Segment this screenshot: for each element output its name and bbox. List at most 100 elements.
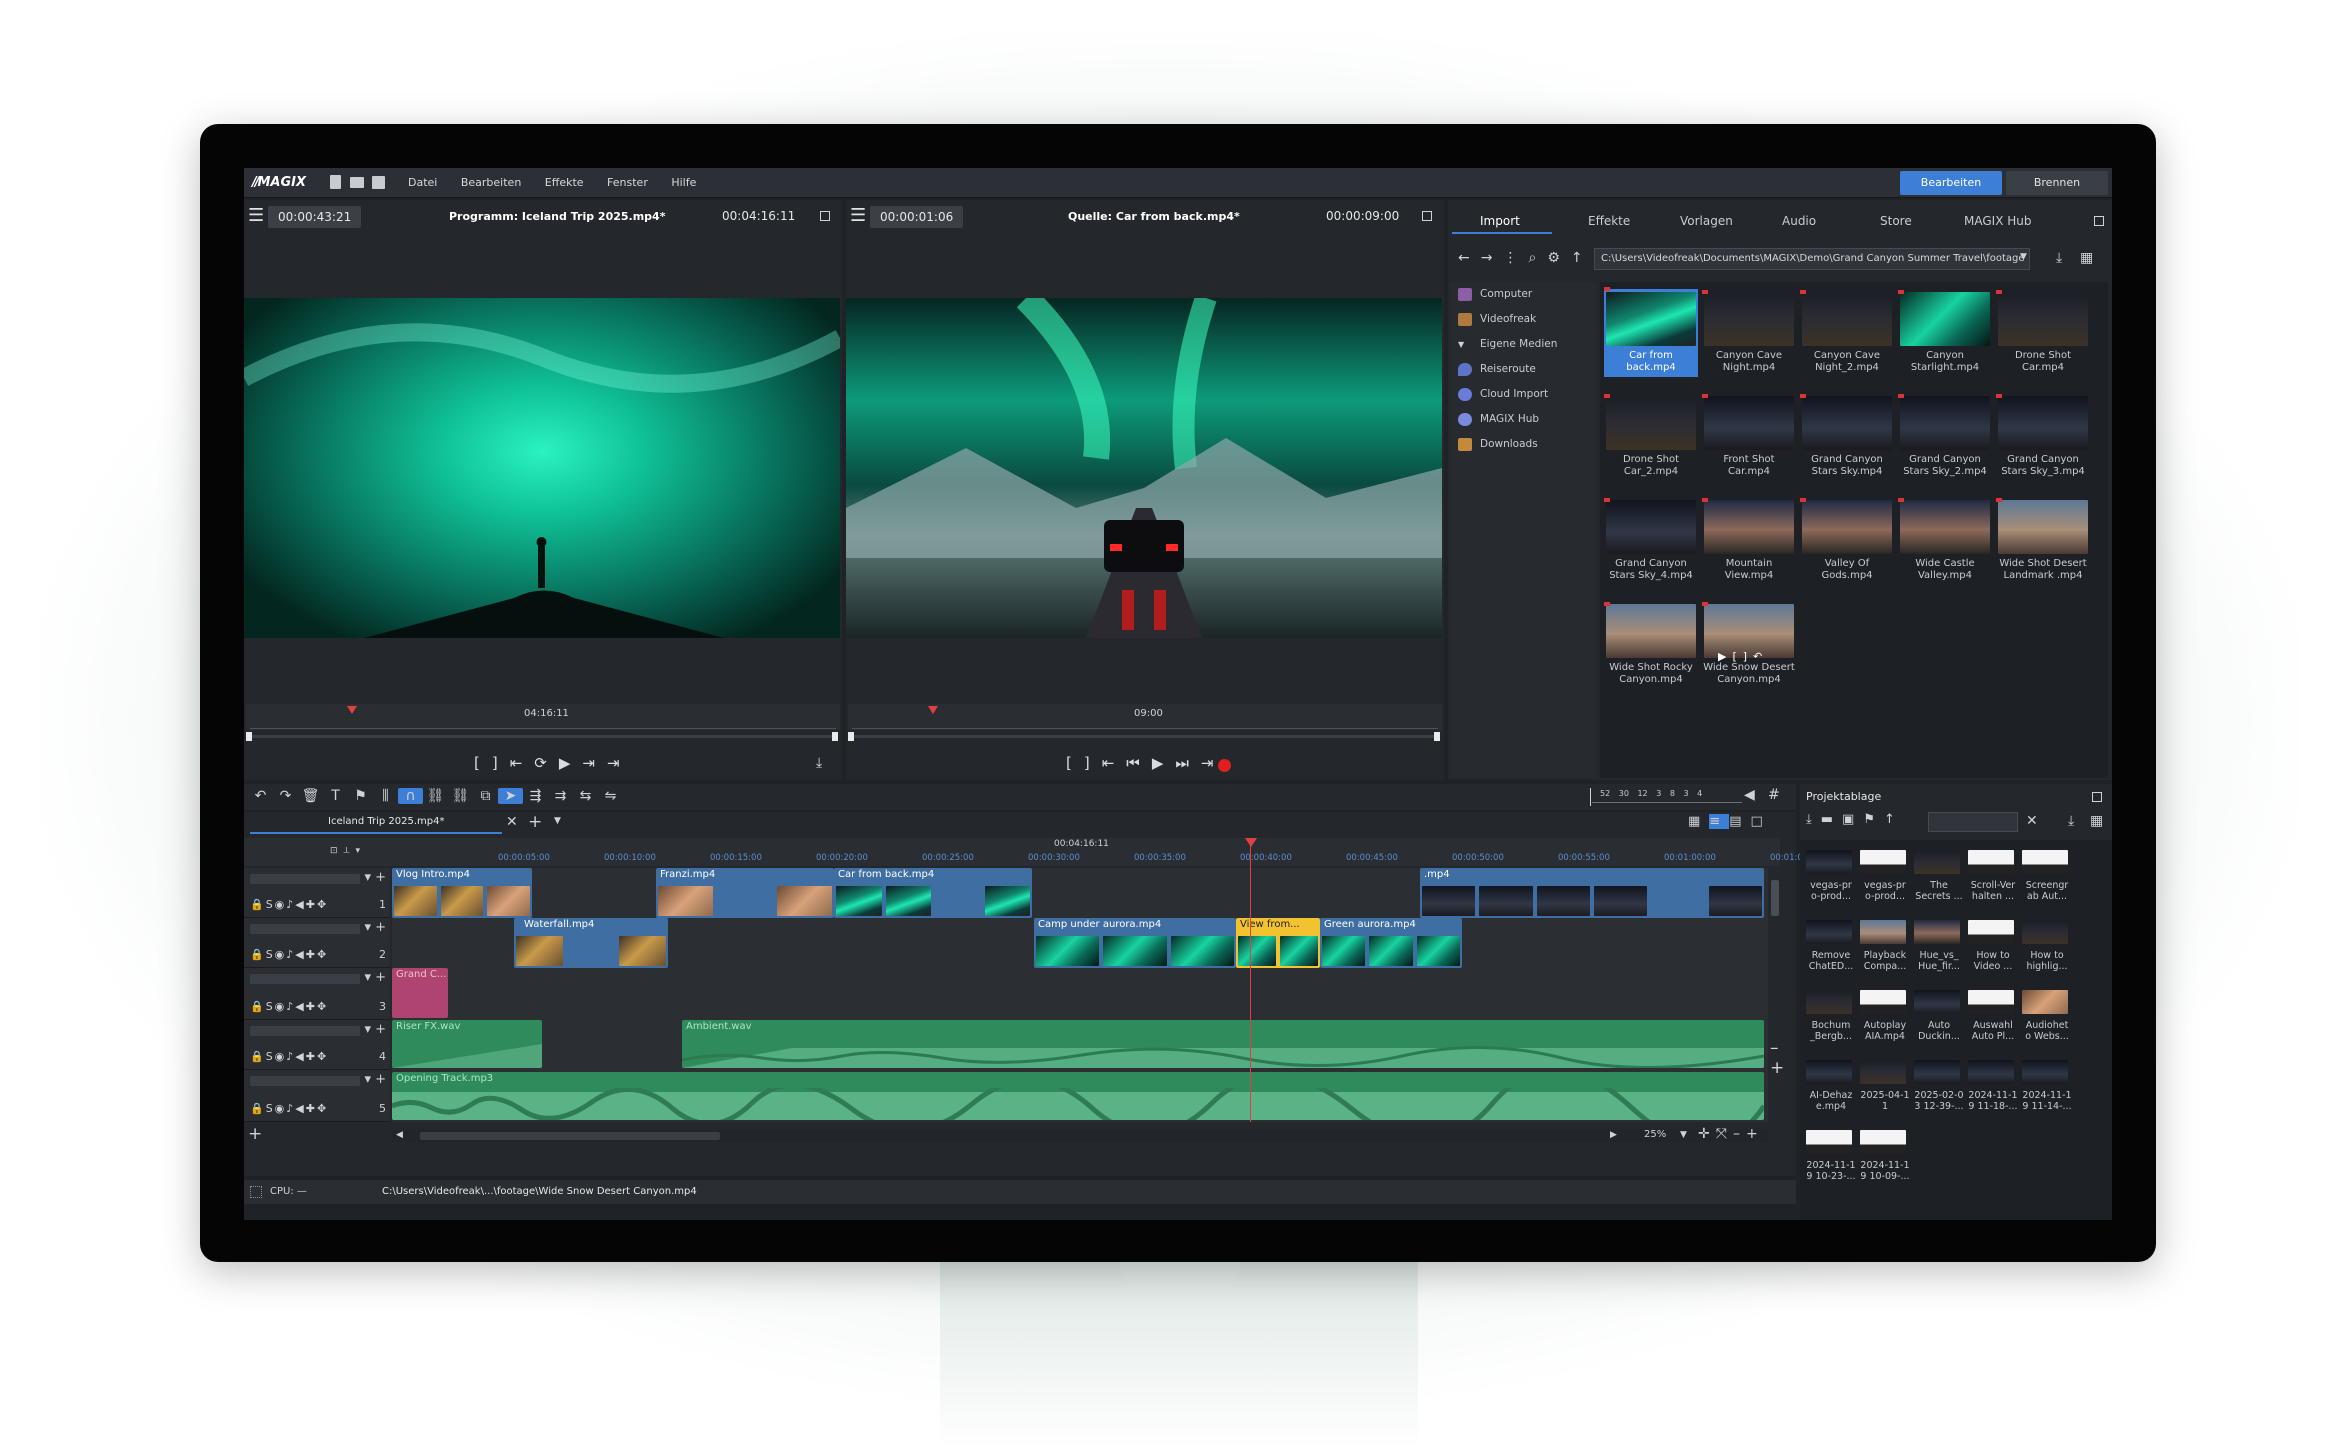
- timeline-playhead[interactable]: [1250, 842, 1251, 1122]
- grid-icon[interactable]: #: [1768, 787, 1780, 803]
- media-thumb[interactable]: Car from back.mp4: [1604, 287, 1698, 377]
- mode-2-icon[interactable]: ⇉: [548, 788, 573, 804]
- bin-item[interactable]: How to Video ...: [1968, 920, 2018, 972]
- tree-item-reiseroute[interactable]: Reiseroute: [1450, 357, 1596, 382]
- media-thumb[interactable]: Canyon Starlight.mp4: [1898, 290, 1992, 374]
- track-shrink-icon[interactable]: –: [1770, 1038, 1784, 1058]
- program-timecode[interactable]: 00:00:43:21: [268, 206, 362, 228]
- media-thumb[interactable]: Front Shot Car.mp4: [1702, 394, 1796, 478]
- horizontal-scrollbar[interactable]: ◀ ▶ 25% ▼ ✛⤧–+: [392, 1126, 1768, 1142]
- ripple-icon[interactable]: ⇋: [598, 788, 623, 804]
- media-thumb[interactable]: Grand Canyon Stars Sky_4.mp4: [1604, 498, 1698, 582]
- source-mark-in-icon[interactable]: [: [1066, 754, 1072, 772]
- tab-import[interactable]: Import: [1480, 214, 1520, 228]
- forward-icon[interactable]: →: [1481, 250, 1504, 266]
- tab-magix-hub[interactable]: MAGIX Hub: [1964, 214, 2031, 228]
- bin-item[interactable]: vegas-pr o-prod...: [1806, 850, 1856, 902]
- audio-mixer-icon[interactable]: ⫼: [373, 788, 398, 804]
- timeline-view-icon[interactable]: ≡: [1709, 814, 1730, 829]
- storyboard-view-icon[interactable]: ▦: [1688, 814, 1709, 829]
- track-area[interactable]: Vlog Intro.mp4 Franzi.mp4 Car from back.…: [392, 838, 1768, 1122]
- prev-marker-icon[interactable]: ⇤: [510, 754, 523, 772]
- timeline-ruler[interactable]: 00:04:16:11 00:00:05:00 00:00:10:00 00:00:…: [390, 838, 1822, 866]
- project-bin-maximize-icon[interactable]: [2092, 792, 2102, 802]
- bin-item[interactable]: The Secrets ...: [1914, 850, 1964, 902]
- bin-clear-icon[interactable]: ✕: [2026, 813, 2038, 829]
- source-play-icon[interactable]: ▶: [1152, 754, 1164, 772]
- track-add-icon[interactable]: ▾ +: [364, 1022, 386, 1037]
- bin-item[interactable]: AI-Dehaz e.mp4: [1806, 1060, 1856, 1112]
- undo-icon[interactable]: ↶: [248, 788, 273, 804]
- source-timecode[interactable]: 00:00:01:06: [870, 206, 964, 228]
- bin-save-icon[interactable]: ▣: [1842, 812, 1863, 827]
- track-head[interactable]: 🔒S◉♪◀✚✥ 2 ▾ +: [244, 918, 390, 968]
- vertical-scrollbar[interactable]: [1770, 868, 1780, 1122]
- clip-mp4[interactable]: .mp4: [1420, 868, 1764, 918]
- add-tab-icon[interactable]: +: [528, 812, 542, 832]
- source-maximize-icon[interactable]: [1422, 211, 1432, 221]
- new-file-icon[interactable]: [330, 175, 341, 189]
- bin-item[interactable]: 2024-11-1 9 10-09-...: [1860, 1130, 1910, 1182]
- source-mark-out-icon[interactable]: ]: [1084, 754, 1090, 772]
- media-thumb[interactable]: Wide Castle Valley.mp4: [1898, 498, 1992, 582]
- expand-icon[interactable]: ▼: [1458, 332, 1472, 349]
- zoom-fit-icon[interactable]: ✛: [1698, 1126, 1716, 1142]
- gear-icon[interactable]: ⚙: [1547, 250, 1571, 266]
- tree-item-eigene-medien[interactable]: ▼ Eigene Medien: [1450, 332, 1596, 357]
- track-grow-icon[interactable]: +: [1770, 1058, 1784, 1078]
- media-pool-maximize-icon[interactable]: [2094, 216, 2104, 226]
- source-playhead[interactable]: [928, 706, 938, 714]
- clip-riser-fx[interactable]: Riser FX.wav: [392, 1020, 542, 1068]
- track-controls[interactable]: 🔒S◉♪◀✚✥: [250, 1000, 328, 1013]
- menu-effekte[interactable]: Effekte: [545, 176, 584, 189]
- tree-item-videofreak[interactable]: Videofreak: [1450, 307, 1596, 332]
- grid-view-icon[interactable]: ▦: [2080, 250, 2093, 266]
- source-insert-icon[interactable]: ⇥: [1201, 754, 1214, 772]
- scene-view-icon[interactable]: ▤: [1729, 814, 1750, 829]
- marker-icon[interactable]: ⚑: [348, 788, 373, 804]
- mode-3-icon[interactable]: ⇆: [573, 788, 598, 804]
- bin-item[interactable]: How to highlig...: [2022, 920, 2072, 972]
- clip-green-aurora[interactable]: Green aurora.mp4: [1320, 918, 1462, 968]
- program-menu-icon[interactable]: ☰: [248, 207, 264, 225]
- tree-item-downloads[interactable]: Downloads: [1450, 432, 1596, 457]
- back-icon[interactable]: ←: [1458, 250, 1481, 266]
- menu-bearbeiten[interactable]: Bearbeiten: [461, 176, 521, 189]
- bin-item[interactable]: Playback Compa...: [1860, 920, 1910, 972]
- timeline-maximize-icon[interactable]: □: [1751, 814, 1772, 829]
- bin-item[interactable]: Screengr ab Aut...: [2022, 850, 2072, 902]
- edit-mode-button[interactable]: Bearbeiten: [1900, 171, 2002, 195]
- tab-store[interactable]: Store: [1880, 214, 1912, 228]
- next-frame-icon[interactable]: ⇥: [582, 754, 595, 772]
- bin-item[interactable]: vegas-pr o-prod...: [1860, 850, 1910, 902]
- media-thumb[interactable]: Grand Canyon Stars Sky_2.mp4: [1898, 394, 1992, 478]
- bin-search-field[interactable]: [1928, 812, 2018, 832]
- magnet-icon[interactable]: ∩: [398, 788, 423, 804]
- source-range-bar[interactable]: [848, 732, 1440, 741]
- close-tab-icon[interactable]: ✕: [506, 814, 518, 830]
- bin-flag-icon[interactable]: ⚑: [1863, 812, 1884, 827]
- program-export-icon[interactable]: ⤓: [816, 755, 822, 771]
- track-name-field[interactable]: [250, 1076, 360, 1086]
- media-thumb[interactable]: Drone Shot Car.mp4: [1996, 290, 2090, 374]
- source-step-fwd-icon[interactable]: ⏭: [1175, 754, 1189, 772]
- clip-vlog-intro[interactable]: Vlog Intro.mp4: [392, 868, 532, 918]
- tree-item-cloud-import[interactable]: Cloud Import: [1450, 382, 1596, 407]
- track-name-field[interactable]: [250, 874, 360, 884]
- track-controls[interactable]: 🔒S◉♪◀✚✥: [250, 1102, 328, 1115]
- bin-up-icon[interactable]: ↑: [1884, 812, 1904, 827]
- loop-icon[interactable]: ⟳: [534, 754, 547, 772]
- track-head[interactable]: 🔒S◉♪◀✚✥ 1 ▾ +: [244, 868, 390, 918]
- track-head[interactable]: 🔒S◉♪◀✚✥ 3 ▾ +: [244, 968, 390, 1020]
- program-maximize-icon[interactable]: [820, 211, 830, 221]
- media-thumb[interactable]: Wide Snow Desert Canyon.mp4: [1702, 602, 1796, 686]
- program-playhead[interactable]: [347, 706, 357, 714]
- list-icon[interactable]: ⋮: [1503, 250, 1528, 266]
- program-ruler[interactable]: 04:16:11: [246, 704, 840, 730]
- media-thumb[interactable]: Grand Canyon Stars Sky.mp4: [1800, 394, 1894, 478]
- program-video-preview[interactable]: [244, 298, 840, 638]
- save-icon[interactable]: [372, 176, 385, 189]
- track-name-field[interactable]: [250, 924, 360, 934]
- media-thumb[interactable]: Wide Shot Desert Landmark .mp4: [1996, 498, 2090, 582]
- source-step-back-icon[interactable]: ⏮: [1126, 754, 1140, 772]
